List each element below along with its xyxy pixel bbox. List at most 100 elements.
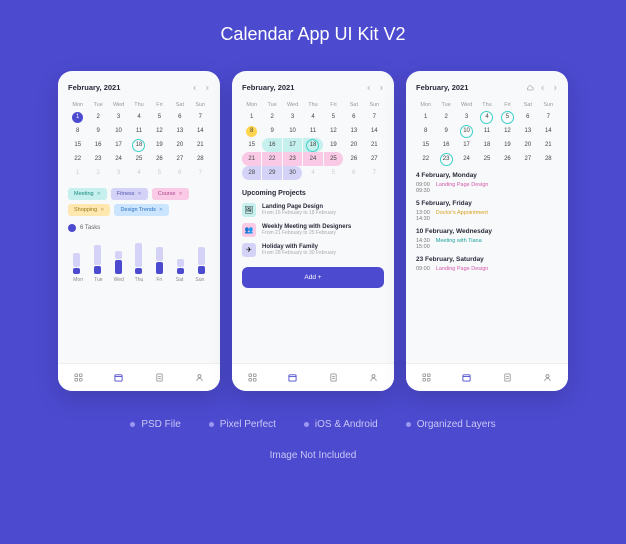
calendar-day[interactable]: 4 <box>303 166 322 180</box>
tag-chip[interactable]: Meeting✕ <box>68 188 107 200</box>
nav-doc-icon[interactable] <box>155 373 164 382</box>
calendar-day[interactable]: 4 <box>303 110 322 124</box>
calendar-day[interactable]: 26 <box>344 152 363 166</box>
calendar-day[interactable]: 5 <box>324 110 343 124</box>
calendar-day[interactable]: 16 <box>88 138 107 152</box>
calendar-day[interactable]: 21 <box>539 138 558 152</box>
calendar-day[interactable]: 6 <box>344 166 363 180</box>
calendar-day[interactable]: 12 <box>150 124 169 138</box>
add-button[interactable]: Add + <box>242 267 384 288</box>
calendar-day[interactable]: 6 <box>344 110 363 124</box>
calendar-day[interactable]: 7 <box>365 166 384 180</box>
calendar-day[interactable]: 7 <box>365 110 384 124</box>
calendar-day[interactable]: 1 <box>242 110 261 124</box>
calendar-day[interactable]: 11 <box>477 124 496 138</box>
nav-home-icon[interactable] <box>248 373 257 382</box>
calendar-day[interactable]: 2 <box>436 110 455 124</box>
calendar-day[interactable]: 1 <box>416 110 435 124</box>
calendar-day[interactable]: 16 <box>262 138 281 152</box>
chevron-left-icon[interactable] <box>540 85 546 91</box>
calendar-day[interactable]: 25 <box>324 152 343 166</box>
nav-calendar-icon[interactable] <box>114 373 123 382</box>
schedule-row[interactable]: 14:3015:00Meeting with Tiana <box>416 238 558 250</box>
project-item[interactable]: ✈Holiday with FamilyFrom 28 February to … <box>242 243 384 257</box>
tag-chip[interactable]: Fitness✕ <box>111 188 148 200</box>
calendar-day[interactable]: 9 <box>262 124 281 138</box>
nav-home-icon[interactable] <box>74 373 83 382</box>
calendar-day[interactable]: 19 <box>150 138 169 152</box>
calendar-day[interactable]: 24 <box>109 152 128 166</box>
calendar-day[interactable]: 3 <box>457 110 476 124</box>
calendar-day[interactable]: 10 <box>457 124 476 138</box>
calendar-day[interactable]: 9 <box>88 124 107 138</box>
close-icon[interactable]: ✕ <box>97 191 101 197</box>
calendar-day[interactable]: 13 <box>344 124 363 138</box>
calendar-day[interactable]: 19 <box>498 138 517 152</box>
calendar-day[interactable]: 3 <box>109 110 128 124</box>
calendar-day[interactable]: 26 <box>150 152 169 166</box>
calendar-day[interactable]: 17 <box>109 138 128 152</box>
calendar-day[interactable]: 22 <box>416 152 435 166</box>
calendar-day[interactable]: 16 <box>436 138 455 152</box>
nav-doc-icon[interactable] <box>503 373 512 382</box>
cloud-icon[interactable] <box>526 85 534 91</box>
calendar-day[interactable]: 7 <box>191 110 210 124</box>
chevron-right-icon[interactable] <box>378 85 384 91</box>
nav-doc-icon[interactable] <box>329 373 338 382</box>
calendar-day[interactable]: 20 <box>518 138 537 152</box>
calendar-day[interactable]: 1 <box>68 166 87 180</box>
calendar-day[interactable]: 8 <box>416 124 435 138</box>
calendar-day[interactable]: 30 <box>283 166 302 180</box>
nav-profile-icon[interactable] <box>543 373 552 382</box>
calendar-day[interactable]: 10 <box>109 124 128 138</box>
calendar-day[interactable]: 4 <box>129 110 148 124</box>
calendar-day[interactable]: 21 <box>365 138 384 152</box>
calendar-day[interactable]: 12 <box>498 124 517 138</box>
calendar-day[interactable]: 20 <box>170 138 189 152</box>
calendar-day[interactable]: 25 <box>129 152 148 166</box>
nav-profile-icon[interactable] <box>195 373 204 382</box>
calendar-day[interactable]: 2 <box>88 166 107 180</box>
calendar-day[interactable]: 27 <box>365 152 384 166</box>
close-icon[interactable]: ✕ <box>178 191 182 197</box>
calendar-day[interactable]: 23 <box>283 152 302 166</box>
calendar-day[interactable]: 4 <box>129 166 148 180</box>
calendar-day[interactable]: 1 <box>68 110 87 124</box>
calendar-day[interactable]: 7 <box>191 166 210 180</box>
calendar-day[interactable]: 14 <box>191 124 210 138</box>
calendar-day[interactable]: 22 <box>68 152 87 166</box>
calendar-day[interactable]: 25 <box>477 152 496 166</box>
calendar-day[interactable]: 28 <box>191 152 210 166</box>
calendar-day[interactable]: 6 <box>170 166 189 180</box>
calendar-day[interactable]: 3 <box>109 166 128 180</box>
calendar-day[interactable]: 2 <box>262 110 281 124</box>
schedule-row[interactable]: 09:00Landing Page Design <box>416 266 558 272</box>
calendar-day[interactable]: 29 <box>262 166 281 180</box>
chevron-left-icon[interactable] <box>366 85 372 91</box>
calendar-day[interactable]: 22 <box>262 152 281 166</box>
calendar-day[interactable]: 5 <box>498 110 517 124</box>
calendar-day[interactable]: 17 <box>457 138 476 152</box>
calendar-day[interactable]: 5 <box>150 110 169 124</box>
calendar-day[interactable]: 24 <box>457 152 476 166</box>
calendar-day[interactable]: 18 <box>129 138 148 152</box>
calendar-day[interactable]: 11 <box>303 124 322 138</box>
calendar-day[interactable]: 5 <box>324 166 343 180</box>
calendar-day[interactable]: 5 <box>150 166 169 180</box>
calendar-day[interactable]: 28 <box>539 152 558 166</box>
calendar-day[interactable]: 27 <box>170 152 189 166</box>
nav-home-icon[interactable] <box>422 373 431 382</box>
calendar-day[interactable]: 18 <box>477 138 496 152</box>
nav-profile-icon[interactable] <box>369 373 378 382</box>
schedule-row[interactable]: 09:0009:30Landing Page Design <box>416 182 558 194</box>
project-item[interactable]: 🖼Landing Page DesignFrom 16 February to … <box>242 203 384 217</box>
tag-chip[interactable]: Course✕ <box>152 188 189 200</box>
calendar-day[interactable]: 6 <box>518 110 537 124</box>
calendar-day[interactable]: 23 <box>88 152 107 166</box>
nav-calendar-icon[interactable] <box>462 373 471 382</box>
calendar-day[interactable]: 20 <box>344 138 363 152</box>
chevron-right-icon[interactable] <box>552 85 558 91</box>
calendar-day[interactable]: 26 <box>498 152 517 166</box>
calendar-day[interactable]: 4 <box>477 110 496 124</box>
tag-chip[interactable]: Design Trends✕ <box>114 204 169 216</box>
